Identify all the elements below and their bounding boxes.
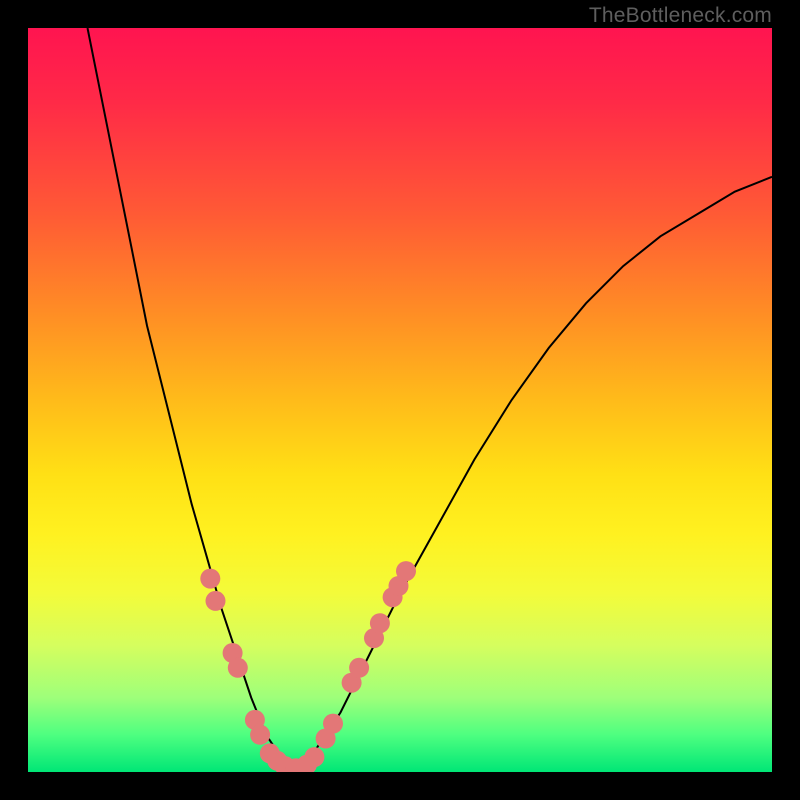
plot-area <box>28 28 772 772</box>
curve-marker <box>200 569 220 589</box>
curve-markers <box>200 561 416 772</box>
curve-marker <box>396 561 416 581</box>
watermark-label: TheBottleneck.com <box>589 4 772 28</box>
chart-frame: TheBottleneck.com <box>0 0 800 800</box>
curve-line <box>88 28 773 768</box>
curve-marker <box>323 714 343 734</box>
curve-marker <box>206 591 226 611</box>
curve-marker <box>304 747 324 767</box>
curve-marker <box>370 613 390 633</box>
curve-marker <box>349 658 369 678</box>
bottleneck-curve-svg <box>28 28 772 772</box>
curve-marker <box>228 658 248 678</box>
curve-marker <box>250 725 270 745</box>
bottleneck-curve-path <box>88 28 773 768</box>
